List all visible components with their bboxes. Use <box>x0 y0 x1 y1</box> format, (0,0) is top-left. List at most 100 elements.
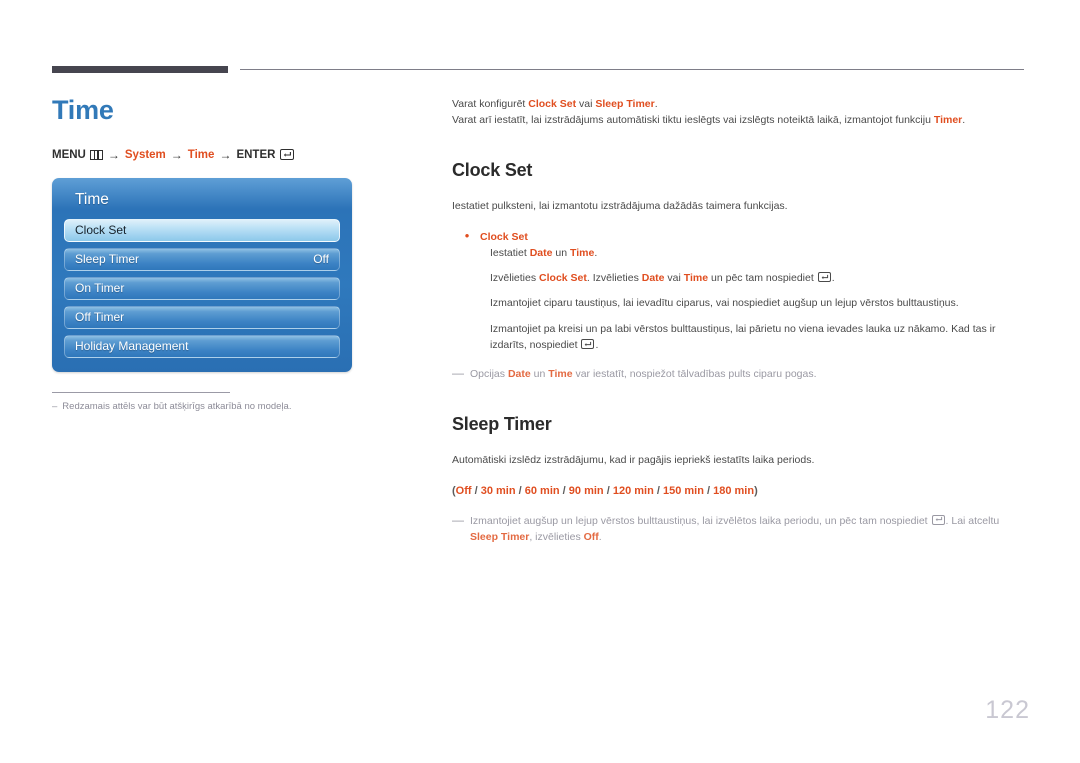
intro-term-clock-set: Clock Set <box>528 98 577 110</box>
note-text: . <box>598 531 602 544</box>
left-column: Time MENU → System → Time → ENTER Time C… <box>52 95 402 413</box>
option-off: Off <box>455 484 472 497</box>
osd-row-holiday-management[interactable]: Holiday Management <box>64 334 340 358</box>
header-rule-thick <box>52 66 228 73</box>
osd-row-clock-set[interactable]: Clock Set <box>64 218 340 242</box>
note-text: Izmantojiet augšup un lejup vērstos bult… <box>470 514 931 527</box>
footnote-divider <box>52 391 230 393</box>
enter-key-icon <box>581 339 595 350</box>
sleep-timer-lead: Automātiski izslēdz izstrādājumu, kad ir… <box>452 454 815 467</box>
term-off: Off <box>583 531 599 544</box>
breadcrumb-step-system: System <box>124 148 166 161</box>
options-sep: / <box>471 484 481 497</box>
option-90-min: 90 min <box>568 484 604 497</box>
intro-term-sleep-timer: Sleep Timer <box>595 98 655 110</box>
osd-row-value: Off <box>313 252 329 267</box>
section-heading-sleep-timer: Sleep Timer <box>452 413 552 434</box>
intro-term-timer: Timer <box>933 114 963 127</box>
clock-set-lead: Iestatiet pulksteni, lai izmantotu izstr… <box>452 200 788 213</box>
osd-row-on-timer[interactable]: On Timer <box>64 276 340 300</box>
b2-text: . Izvēlieties <box>586 272 642 285</box>
term-date: Date <box>641 272 665 285</box>
options-sep: / <box>703 484 714 497</box>
options-sep: / <box>603 484 613 497</box>
osd-menu-panel: Time Clock Set Sleep Timer Off On Timer … <box>52 177 352 372</box>
option-60-min: 60 min <box>524 484 560 497</box>
intro-line-2: Varat arī iestatīt, lai izstrādājums aut… <box>452 112 1027 128</box>
note-text: un <box>530 368 549 381</box>
osd-row-off-timer[interactable]: Off Timer <box>64 305 340 329</box>
osd-row-label: Clock Set <box>75 223 127 238</box>
osd-row-label: Sleep Timer <box>75 252 140 267</box>
option-120-min: 120 min <box>612 484 654 497</box>
note-dash: ― <box>452 512 464 527</box>
note-text: . Lai atceltu <box>945 514 1000 527</box>
breadcrumb-enter-label: ENTER <box>236 148 276 161</box>
clock-set-b4: Izmantojiet pa kreisi un pa labi vērstos… <box>490 321 1027 354</box>
note-body: Izmantojiet augšup un lejup vērstos bult… <box>470 513 1027 546</box>
b4-text: Izmantojiet pa kreisi un pa labi vērstos… <box>490 322 996 352</box>
intro-line-1: Varat konfigurēt Clock Set vai Sleep Tim… <box>452 96 1027 112</box>
intro-text: Varat konfigurēt <box>452 98 529 110</box>
b2-text: un pēc tam nospiediet <box>708 272 817 285</box>
clock-set-note: ― Opcijas Date un Time var iestatīt, nos… <box>452 366 1027 382</box>
clock-set-b2: Izvēlieties Clock Set. Izvēlieties Date … <box>490 270 1027 286</box>
term-time: Time <box>683 272 709 285</box>
b2-text: . <box>831 272 835 285</box>
term-date: Date <box>507 368 531 381</box>
clock-set-bullet-block: • Clock Set Iestatiet Date un Time. Izvē… <box>464 227 1027 354</box>
breadcrumb-menu-label: MENU <box>52 148 86 161</box>
note-text: var iestatīt, nospiežot tālvadības pults… <box>572 368 817 381</box>
term-date: Date <box>529 246 553 259</box>
sleep-timer-note: ― Izmantojiet augšup un lejup vērstos bu… <box>452 513 1027 546</box>
page-title: Time <box>52 95 114 125</box>
footnote-text: Redzamais attēls var būt atšķirīgs atkar… <box>62 400 292 412</box>
intro-text: vai <box>576 98 596 110</box>
clock-set-b1: Iestatiet Date un Time. <box>490 245 1027 261</box>
osd-row-sleep-timer[interactable]: Sleep Timer Off <box>64 247 340 271</box>
term-time: Time <box>548 368 573 381</box>
options-sep: / <box>653 484 663 497</box>
term-sleep-timer: Sleep Timer <box>470 531 530 544</box>
bullet-title-clock-set: Clock Set <box>480 230 528 243</box>
breadcrumb: MENU → System → Time → ENTER <box>52 148 402 162</box>
sleep-timer-options: (Off / 30 min / 60 min / 90 min / 120 mi… <box>452 483 1027 500</box>
options-close-paren: ) <box>754 484 758 497</box>
note-body: Opcijas Date un Time var iestatīt, nospi… <box>470 366 1027 382</box>
note-text: , izvēlieties <box>529 531 584 544</box>
b2-text: vai <box>664 272 684 285</box>
intro-text: Varat arī iestatīt, lai izstrādājums aut… <box>452 114 934 127</box>
page-number: 122 <box>985 696 1030 724</box>
section-heading-clock-set: Clock Set <box>452 159 533 180</box>
option-150-min: 150 min <box>662 484 704 497</box>
b1-text: un <box>552 246 570 259</box>
breadcrumb-arrow-1: → <box>107 147 120 162</box>
intro-paragraphs: Varat konfigurēt Clock Set vai Sleep Tim… <box>452 96 1027 129</box>
term-time: Time <box>569 246 595 259</box>
breadcrumb-arrow-2: → <box>170 147 183 162</box>
note-dash: ― <box>452 366 464 381</box>
breadcrumb-arrow-3: → <box>219 147 232 162</box>
term-clock-set: Clock Set <box>539 272 587 285</box>
b2-text: Izvēlieties <box>490 272 540 285</box>
breadcrumb-step-time: Time <box>187 148 215 161</box>
header-rule-thin <box>240 69 1024 70</box>
option-180-min: 180 min <box>713 484 755 497</box>
options-sep: / <box>515 484 525 497</box>
osd-row-label: Holiday Management <box>75 339 189 354</box>
options-sep: / <box>559 484 569 497</box>
b4-text: . <box>595 339 599 352</box>
b1-text: . <box>594 246 598 259</box>
bullet-heading-row: • Clock Set <box>464 227 1027 245</box>
osd-row-label: Off Timer <box>75 310 125 325</box>
panel-footnote: – Redzamais attēls var būt atšķirīgs atk… <box>52 391 302 413</box>
bullet-dot-icon: • <box>464 227 470 243</box>
footnote-dash: – <box>52 400 58 412</box>
b1-text: Iestatiet <box>490 246 530 259</box>
right-column: Varat konfigurēt Clock Set vai Sleep Tim… <box>452 96 1027 545</box>
clock-set-bullet-body: Iestatiet Date un Time. Izvēlieties Cloc… <box>490 245 1027 353</box>
clock-set-b3: Izmantojiet ciparu taustiņus, lai ievadī… <box>490 297 959 310</box>
osd-panel-title: Time <box>75 190 109 208</box>
enter-key-icon <box>280 149 295 161</box>
note-text: Opcijas <box>470 368 508 381</box>
